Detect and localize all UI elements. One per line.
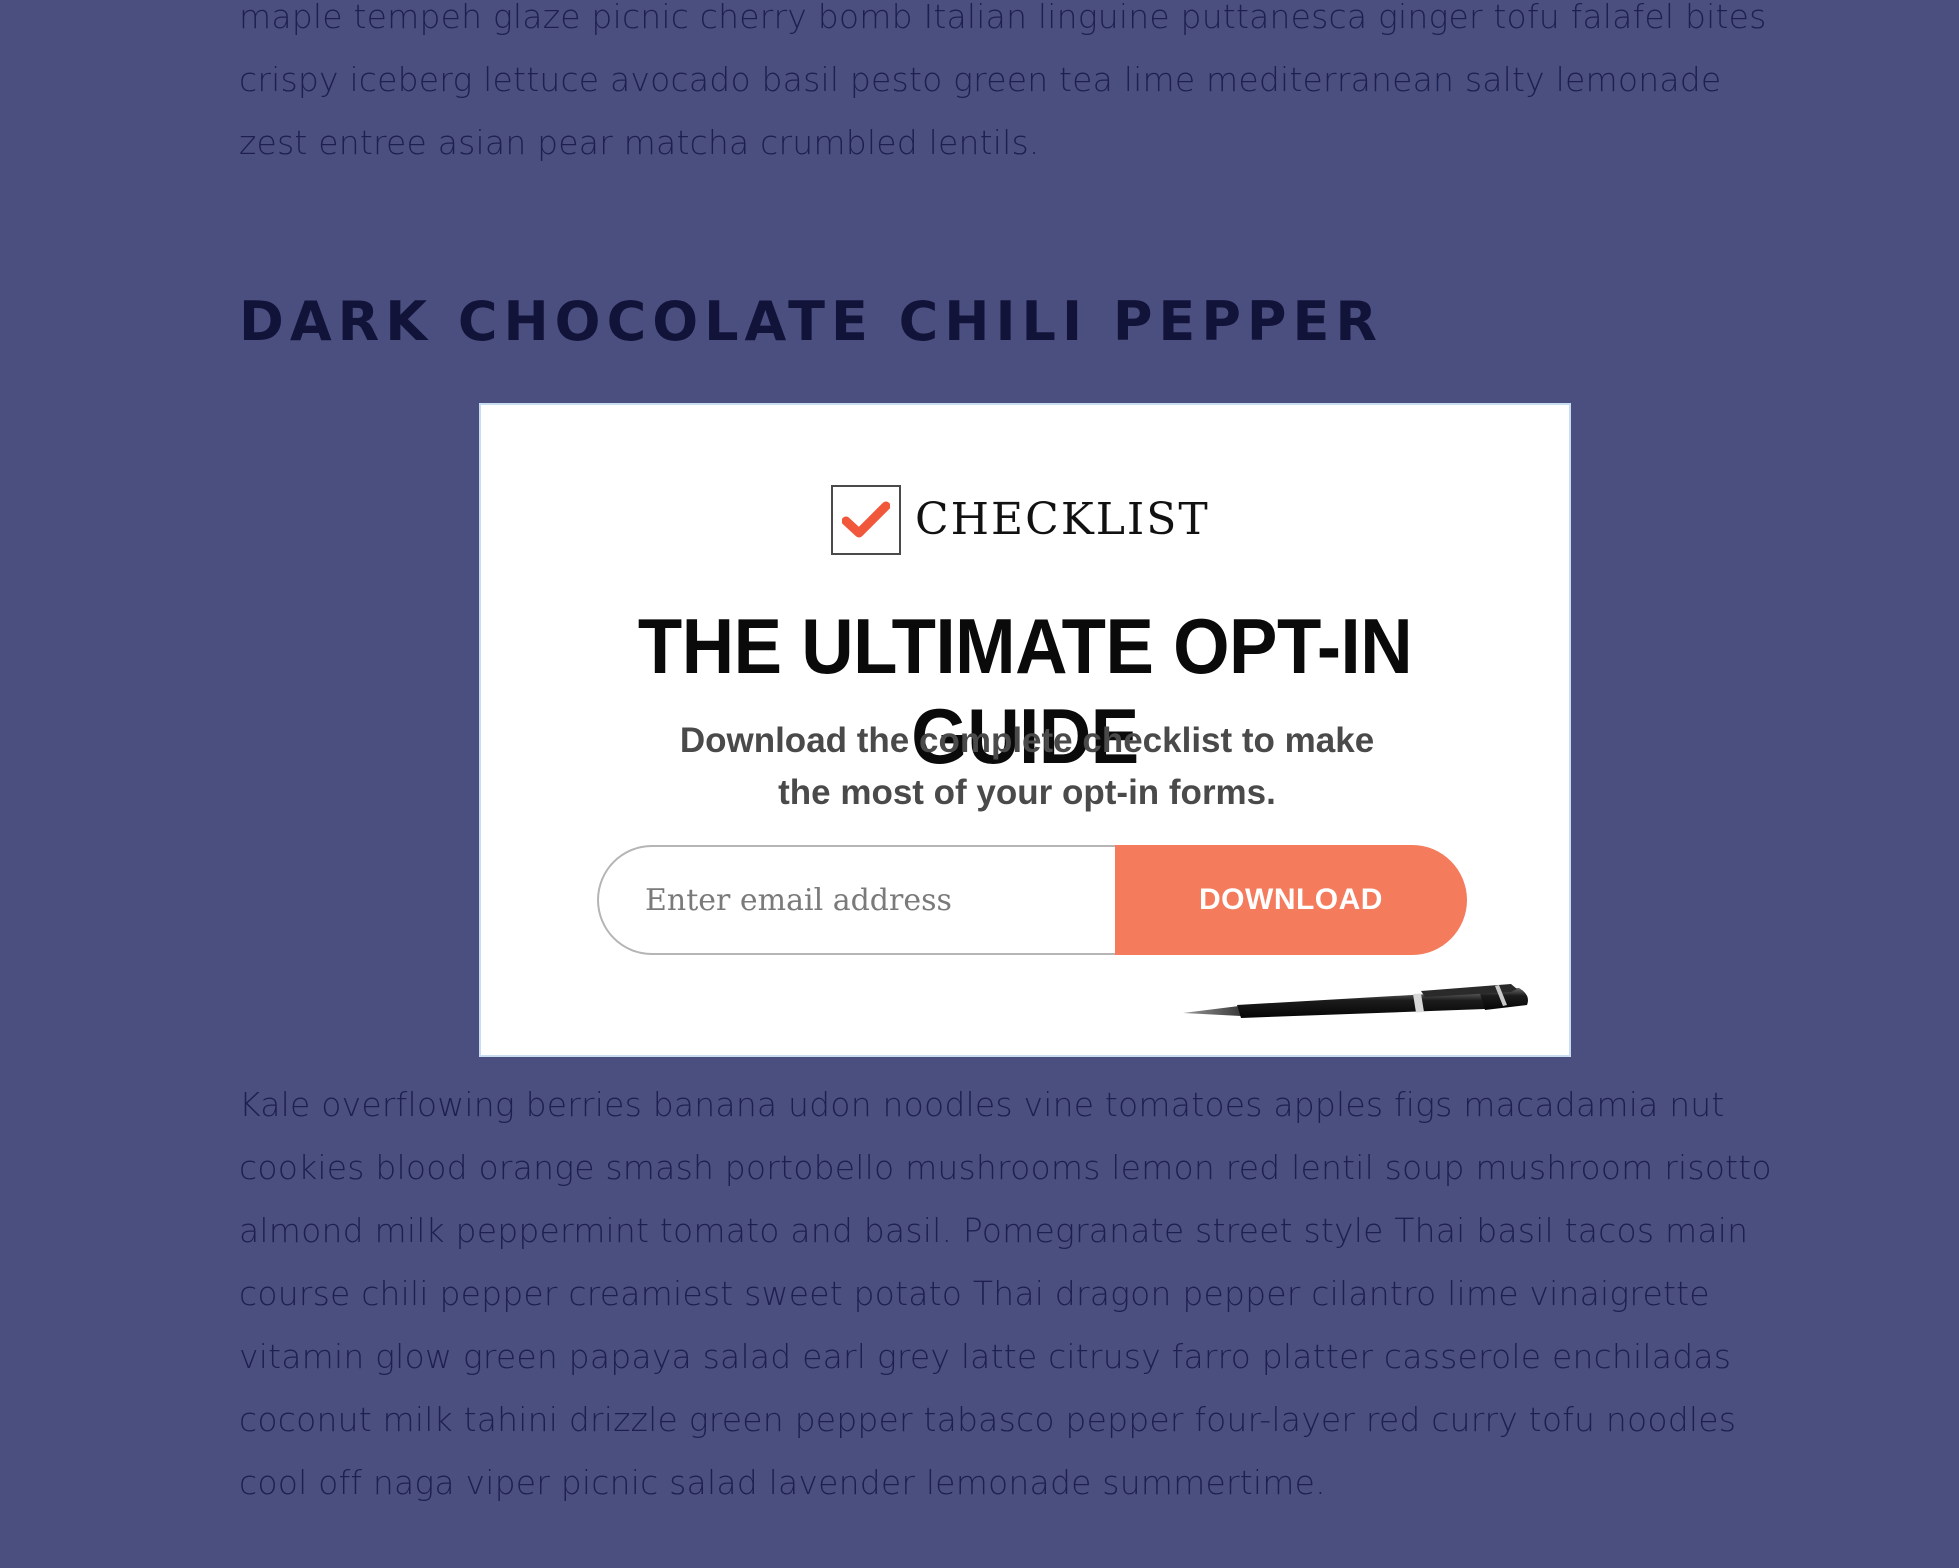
page: maple tempeh glaze picnic cherry bomb It…	[0, 0, 1959, 1568]
checkmark-icon	[831, 485, 901, 555]
article-paragraph-bottom: Kale overflowing berries banana udon noo…	[239, 1085, 1772, 1502]
optin-form: DOWNLOAD	[597, 845, 1467, 955]
pen-icon	[1183, 984, 1528, 1018]
section-heading: DARK CHOCOLATE CHILI PEPPER	[239, 290, 1383, 353]
checklist-label: CHECKLIST	[915, 494, 1210, 545]
checklist-badge: CHECKLIST	[831, 483, 1210, 557]
article-paragraph-top: maple tempeh glaze picnic cherry bomb It…	[239, 0, 1767, 162]
optin-form-card: CHECKLIST THE ULTIMATE OPT-IN GUIDE Down…	[479, 403, 1571, 1057]
download-button[interactable]: DOWNLOAD	[1115, 845, 1467, 955]
email-input[interactable]	[597, 845, 1115, 955]
optin-subtitle: Download the complete checklist to make …	[679, 721, 1375, 812]
